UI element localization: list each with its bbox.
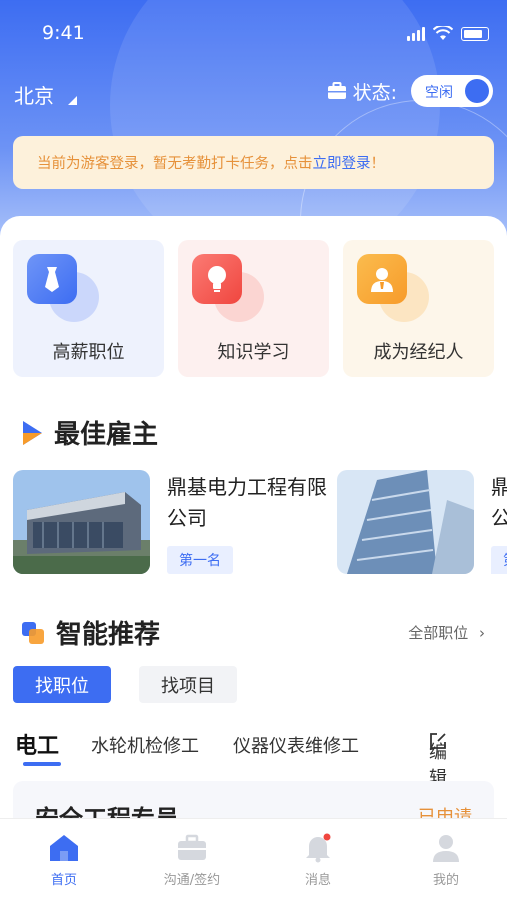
- edit-categories-button[interactable]: 编辑: [429, 732, 447, 789]
- battery-icon: [461, 26, 489, 41]
- category-electrician[interactable]: 电工: [15, 728, 59, 760]
- lightbulb-icon: [192, 254, 242, 304]
- category-tabs: 电工 水轮机检修工 仪器仪表维修工 编辑: [13, 726, 493, 789]
- briefcase-icon: [327, 82, 346, 99]
- category-turbine-repair[interactable]: 水轮机检修工: [91, 732, 199, 758]
- briefcase-icon: [152, 831, 232, 865]
- work-status: 状态: 空闲: [327, 75, 493, 107]
- employer-name[interactable]: 鼎基电力工程有限公司: [491, 472, 507, 534]
- status-time: 9:41: [42, 22, 85, 44]
- chevron-right-icon: ›: [479, 624, 485, 642]
- card-label: 成为经纪人: [373, 342, 464, 363]
- status-label: 状态:: [352, 81, 397, 104]
- notice-end: ！: [370, 156, 386, 172]
- city-name: 北京: [14, 84, 54, 108]
- home-icon: [24, 831, 104, 865]
- tab-label: 首页: [50, 873, 77, 888]
- employer-rank-badge: 第二名: [491, 546, 507, 574]
- dropdown-corner-icon: [68, 96, 77, 105]
- agent-icon: [357, 254, 407, 304]
- user-icon: [406, 831, 486, 865]
- card-label: 高薪职位: [52, 342, 125, 363]
- wifi-icon: [433, 26, 453, 40]
- notice-text: 当前为游客登录，暂无考勤打卡任务，点击: [37, 156, 313, 172]
- section-best-employers: 最佳雇主: [20, 414, 158, 451]
- tab-messages[interactable]: 消息: [278, 831, 358, 888]
- tab-find-jobs[interactable]: 找职位: [13, 666, 111, 703]
- tab-profile[interactable]: 我的: [406, 831, 486, 888]
- category-instrument-repair[interactable]: 仪器仪表维修工: [233, 732, 359, 758]
- status-bar: 9:41: [0, 22, 507, 48]
- all-jobs-label: 全部职位: [408, 624, 469, 642]
- guest-notice: 当前为游客登录，暂无考勤打卡任务，点击 立即登录 ！: [13, 136, 494, 189]
- card-high-salary-jobs[interactable]: 高薪职位: [13, 240, 164, 377]
- section-title: 最佳雇主: [54, 420, 159, 450]
- all-jobs-link[interactable]: 全部职位 ›: [408, 622, 485, 643]
- tab-label: 沟通/签约: [163, 873, 221, 888]
- employer-carousel: 鼎基电力工程有限公司 第一名 鼎基电力工程有限公司 第二名: [13, 470, 507, 574]
- employer-name[interactable]: 鼎基电力工程有限公司: [167, 472, 327, 534]
- employer-rank-badge: 第一名: [167, 546, 233, 574]
- card-knowledge-learning[interactable]: 知识学习: [178, 240, 329, 377]
- employer-photo[interactable]: [337, 470, 474, 574]
- city-selector[interactable]: 北京: [14, 80, 77, 109]
- recommend-squares-icon: [22, 621, 44, 644]
- bottom-tab-bar: 首页 沟通/签约 消息 我的: [0, 818, 507, 901]
- section-title: 智能推荐: [56, 620, 161, 650]
- section-smart-recommend: 智能推荐: [20, 614, 160, 651]
- tab-label: 我的: [432, 873, 459, 888]
- toggle-knob: [465, 79, 489, 103]
- active-underline: [23, 762, 61, 766]
- tab-home[interactable]: 首页: [24, 831, 104, 888]
- status-toggle[interactable]: 空闲: [411, 75, 493, 107]
- tie-icon: [27, 254, 77, 304]
- status-value: 空闲: [425, 85, 453, 101]
- tab-label: 消息: [304, 873, 331, 888]
- bell-icon: [278, 831, 358, 865]
- card-label: 知识学习: [217, 342, 290, 363]
- tab-find-projects[interactable]: 找项目: [139, 666, 237, 703]
- main-content: 高薪职位 知识学习 成为经纪人 最佳雇主 鼎基电力工程有限公司 第一名 鼎 公 …: [0, 216, 507, 871]
- card-become-agent[interactable]: 成为经纪人: [343, 240, 494, 377]
- tab-communication[interactable]: 沟通/签约: [152, 831, 232, 888]
- login-link[interactable]: 立即登录: [313, 152, 371, 173]
- employer-photo[interactable]: [13, 470, 150, 574]
- signal-icon: [407, 26, 425, 41]
- play-triangle-icon: [23, 420, 42, 445]
